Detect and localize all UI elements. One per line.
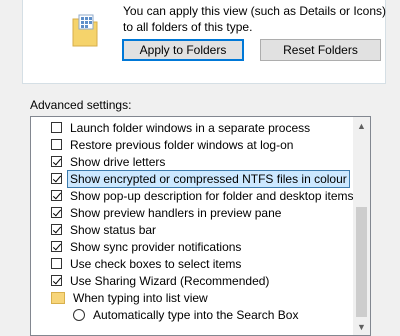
checkbox-unchecked[interactable] [51, 258, 62, 269]
settings-row-label: Show drive letters [70, 154, 166, 169]
checkbox-checked[interactable] [51, 275, 62, 286]
reset-folders-label: Reset Folders [283, 43, 358, 57]
settings-row-label: Use Sharing Wizard (Recommended) [70, 273, 270, 288]
settings-row-label: Show encrypted or compressed NTFS files … [67, 169, 350, 188]
settings-row-label: When typing into list view [73, 290, 208, 305]
apply-to-folders-button[interactable]: Apply to Folders [122, 39, 244, 61]
settings-row[interactable]: Show pop-up description for folder and d… [51, 187, 370, 204]
settings-row-label: Automatically type into the Search Box [93, 307, 299, 322]
settings-row-label: Restore previous folder windows at log-o… [70, 137, 294, 152]
settings-row[interactable]: When typing into list view [51, 289, 370, 306]
settings-row[interactable]: Show sync provider notifications [51, 238, 370, 255]
settings-row-label: Show preview handlers in preview pane [70, 205, 282, 220]
checkbox-checked[interactable] [51, 241, 62, 252]
scroll-up-arrow-icon[interactable]: ▲ [353, 117, 370, 134]
checkbox-checked[interactable] [51, 207, 62, 218]
folder-icon [51, 291, 65, 304]
apply-to-folders-label: Apply to Folders [139, 43, 227, 57]
checkbox-checked[interactable] [51, 173, 62, 184]
settings-row[interactable]: Show drive letters [51, 153, 370, 170]
advanced-settings-list[interactable]: Launch folder windows in a separate proc… [30, 116, 371, 336]
settings-row-label: Use check boxes to select items [70, 256, 242, 271]
settings-row[interactable]: Launch folder windows in a separate proc… [51, 119, 370, 136]
checkbox-unchecked[interactable] [51, 122, 62, 133]
settings-row-label: Show pop-up description for folder and d… [70, 188, 354, 203]
settings-row-label: Show sync provider notifications [70, 239, 242, 254]
folder-views-description: You can apply this view (such as Details… [123, 4, 387, 34]
advanced-settings-label: Advanced settings: [30, 98, 132, 112]
settings-row[interactable]: Show status bar [51, 221, 370, 238]
settings-row-label: Show status bar [70, 222, 157, 237]
settings-row[interactable]: Use check boxes to select items [51, 255, 370, 272]
checkbox-checked[interactable] [51, 190, 62, 201]
settings-row[interactable]: Restore previous folder windows at log-o… [51, 136, 370, 153]
vertical-scrollbar[interactable]: ▲ ▼ [353, 117, 370, 335]
checkbox-unchecked[interactable] [51, 139, 62, 150]
settings-row[interactable]: Automatically type into the Search Box [73, 306, 370, 323]
settings-row-label: Launch folder windows in a separate proc… [70, 120, 311, 135]
scroll-thumb[interactable] [356, 207, 367, 317]
checkbox-checked[interactable] [51, 156, 62, 167]
checkbox-checked[interactable] [51, 224, 62, 235]
settings-row[interactable]: Show encrypted or compressed NTFS files … [51, 169, 370, 188]
scroll-down-arrow-icon[interactable]: ▼ [353, 318, 370, 335]
settings-row[interactable]: Use Sharing Wizard (Recommended) [51, 272, 370, 289]
settings-row[interactable]: Show preview handlers in preview pane [51, 204, 370, 221]
folder-views-panel: You can apply this view (such as Details… [22, 0, 386, 84]
reset-folders-button[interactable]: Reset Folders [260, 39, 381, 61]
folder-view-icon [72, 14, 98, 47]
radio-button[interactable] [73, 308, 85, 321]
